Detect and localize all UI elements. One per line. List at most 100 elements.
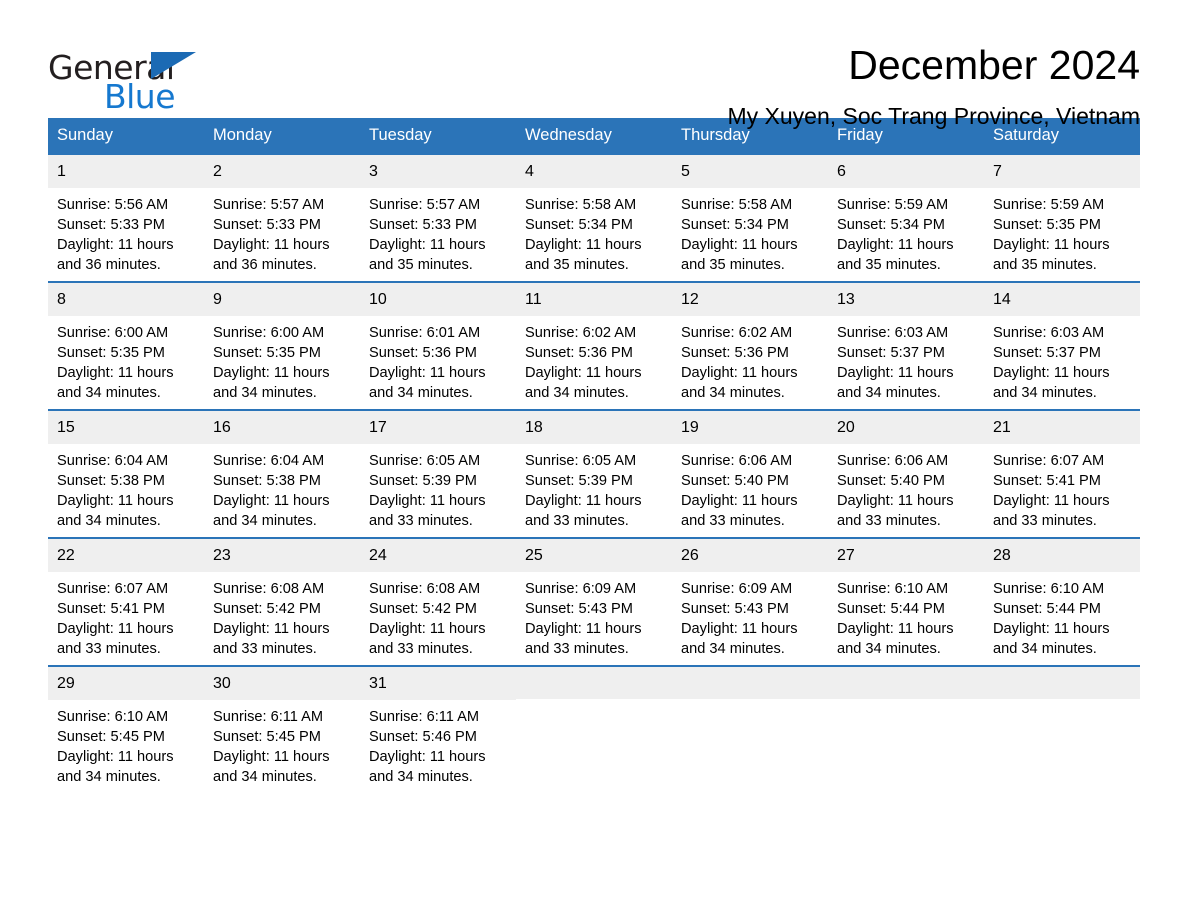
day-number: 30 [204, 667, 360, 700]
daylight-text-line2: and 34 minutes. [837, 641, 941, 657]
calendar-day-cell[interactable]: 19 Sunrise: 6:06 AM Sunset: 5:40 PM Dayligh… [672, 409, 828, 538]
day-cell-inner: 18 Sunrise: 6:05 AM Sunset: 5:39 PM Dayligh… [516, 411, 672, 537]
day-details: Sunrise: 6:09 AM Sunset: 5:43 PM Daylight:… [672, 572, 828, 659]
daylight-text-line1: Daylight: 11 hours [369, 365, 486, 381]
calendar-day-cell[interactable]: 3 Sunrise: 5:57 AM Sunset: 5:33 PM Daylight… [360, 153, 516, 282]
sunrise-text: Sunrise: 6:10 AM [993, 581, 1105, 597]
calendar-day-cell[interactable]: 7 Sunrise: 5:59 AM Sunset: 5:35 PM Daylight… [984, 153, 1140, 282]
daylight-text-line1: Daylight: 11 hours [525, 493, 642, 509]
calendar-day-cell[interactable]: 28 Sunrise: 6:10 AM Sunset: 5:44 PM Dayligh… [984, 537, 1140, 666]
sunrise-text: Sunrise: 6:03 AM [837, 325, 949, 341]
day-number: 15 [48, 411, 204, 444]
daylight-text-line1: Daylight: 11 hours [837, 365, 954, 381]
sunrise-text: Sunrise: 6:07 AM [57, 581, 169, 597]
calendar-day-cell[interactable]: 18 Sunrise: 6:05 AM Sunset: 5:39 PM Dayligh… [516, 409, 672, 538]
daylight-text-line2: and 34 minutes. [213, 513, 317, 529]
sunrise-text: Sunrise: 6:09 AM [681, 581, 793, 597]
day-number: 20 [828, 411, 984, 444]
calendar-day-cell[interactable]: 11 Sunrise: 6:02 AM Sunset: 5:36 PM Dayligh… [516, 281, 672, 410]
day-details: Sunrise: 6:06 AM Sunset: 5:40 PM Daylight:… [672, 444, 828, 531]
day-cell-inner: 11 Sunrise: 6:02 AM Sunset: 5:36 PM Dayligh… [516, 283, 672, 409]
calendar-day-cell[interactable]: 8 Sunrise: 6:00 AM Sunset: 5:35 PM Daylight… [48, 281, 204, 410]
day-number: 14 [984, 283, 1140, 316]
day-number: 6 [828, 155, 984, 188]
calendar-day-cell[interactable]: 5 Sunrise: 5:58 AM Sunset: 5:34 PM Daylight… [672, 153, 828, 282]
day-cell-inner: 10 Sunrise: 6:01 AM Sunset: 5:36 PM Dayligh… [360, 283, 516, 409]
day-cell-inner: 28 Sunrise: 6:10 AM Sunset: 5:44 PM Dayligh… [984, 539, 1140, 665]
calendar-day-cell[interactable]: 12 Sunrise: 6:02 AM Sunset: 5:36 PM Dayligh… [672, 281, 828, 410]
calendar-day-cell[interactable]: 4 Sunrise: 5:58 AM Sunset: 5:34 PM Daylight… [516, 153, 672, 282]
calendar-day-cell[interactable]: 1 Sunrise: 5:56 AM Sunset: 5:33 PM Daylight… [48, 153, 204, 282]
day-number: 18 [516, 411, 672, 444]
calendar-day-cell[interactable]: 24 Sunrise: 6:08 AM Sunset: 5:42 PM Dayligh… [360, 537, 516, 666]
calendar-day-cell[interactable]: 9 Sunrise: 6:00 AM Sunset: 5:35 PM Daylight… [204, 281, 360, 410]
day-cell-inner: 12 Sunrise: 6:02 AM Sunset: 5:36 PM Dayligh… [672, 283, 828, 409]
daylight-text-line1: Daylight: 11 hours [369, 621, 486, 637]
sunrise-text: Sunrise: 6:10 AM [57, 709, 169, 725]
day-number: 7 [984, 155, 1140, 188]
daylight-text-line2: and 33 minutes. [369, 641, 473, 657]
sunrise-sunset-calendar: Sunday Monday Tuesday Wednesday Thursday… [48, 118, 1140, 793]
calendar-week-row: 15 Sunrise: 6:04 AM Sunset: 5:38 PM Dayligh… [48, 409, 1140, 538]
calendar-day-cell[interactable]: 2 Sunrise: 5:57 AM Sunset: 5:33 PM Daylight… [204, 153, 360, 282]
generalblue-logo[interactable]: General Blue [48, 44, 208, 116]
sunrise-text: Sunrise: 5:58 AM [681, 197, 793, 213]
day-number [672, 667, 828, 699]
calendar-day-cell[interactable]: 15 Sunrise: 6:04 AM Sunset: 5:38 PM Dayligh… [48, 409, 204, 538]
sunset-text: Sunset: 5:35 PM [57, 345, 165, 361]
daylight-text-line2: and 33 minutes. [525, 513, 629, 529]
sunrise-text: Sunrise: 6:00 AM [213, 325, 325, 341]
day-number: 16 [204, 411, 360, 444]
sunrise-text: Sunrise: 6:04 AM [213, 453, 325, 469]
daylight-text-line1: Daylight: 11 hours [213, 621, 330, 637]
daylight-text-line2: and 34 minutes. [57, 769, 161, 785]
calendar-week-row: 22 Sunrise: 6:07 AM Sunset: 5:41 PM Dayligh… [48, 537, 1140, 666]
daylight-text-line2: and 36 minutes. [57, 257, 161, 273]
calendar-day-cell[interactable]: 13 Sunrise: 6:03 AM Sunset: 5:37 PM Dayligh… [828, 281, 984, 410]
sunrise-text: Sunrise: 6:11 AM [369, 709, 480, 725]
calendar-cell-empty [828, 665, 984, 793]
daylight-text-line2: and 34 minutes. [57, 513, 161, 529]
calendar-day-cell[interactable]: 17 Sunrise: 6:05 AM Sunset: 5:39 PM Dayligh… [360, 409, 516, 538]
sunrise-text: Sunrise: 5:59 AM [837, 197, 949, 213]
sunset-text: Sunset: 5:36 PM [525, 345, 633, 361]
calendar-day-cell[interactable]: 6 Sunrise: 5:59 AM Sunset: 5:34 PM Daylight… [828, 153, 984, 282]
calendar-week-row: 29 Sunrise: 6:10 AM Sunset: 5:45 PM Dayligh… [48, 665, 1140, 793]
day-details: Sunrise: 6:09 AM Sunset: 5:43 PM Daylight:… [516, 572, 672, 659]
day-cell-inner: 3 Sunrise: 5:57 AM Sunset: 5:33 PM Daylight… [360, 155, 516, 281]
calendar-day-cell[interactable]: 23 Sunrise: 6:08 AM Sunset: 5:42 PM Dayligh… [204, 537, 360, 666]
sunset-text: Sunset: 5:43 PM [525, 601, 633, 617]
daylight-text-line2: and 34 minutes. [993, 641, 1097, 657]
daylight-text-line1: Daylight: 11 hours [213, 749, 330, 765]
day-cell-inner: 1 Sunrise: 5:56 AM Sunset: 5:33 PM Daylight… [48, 155, 204, 281]
sunset-text: Sunset: 5:33 PM [57, 217, 165, 233]
calendar-day-cell[interactable]: 25 Sunrise: 6:09 AM Sunset: 5:43 PM Dayligh… [516, 537, 672, 666]
calendar-day-cell[interactable]: 16 Sunrise: 6:04 AM Sunset: 5:38 PM Dayligh… [204, 409, 360, 538]
day-number [516, 667, 672, 699]
calendar-day-cell[interactable]: 22 Sunrise: 6:07 AM Sunset: 5:41 PM Dayligh… [48, 537, 204, 666]
day-cell-inner: 23 Sunrise: 6:08 AM Sunset: 5:42 PM Dayligh… [204, 539, 360, 665]
day-details: Sunrise: 6:08 AM Sunset: 5:42 PM Daylight:… [204, 572, 360, 659]
calendar-day-cell[interactable]: 14 Sunrise: 6:03 AM Sunset: 5:37 PM Dayligh… [984, 281, 1140, 410]
calendar-day-cell[interactable]: 20 Sunrise: 6:06 AM Sunset: 5:40 PM Dayligh… [828, 409, 984, 538]
calendar-day-cell[interactable]: 21 Sunrise: 6:07 AM Sunset: 5:41 PM Dayligh… [984, 409, 1140, 538]
calendar-day-cell[interactable]: 27 Sunrise: 6:10 AM Sunset: 5:44 PM Dayligh… [828, 537, 984, 666]
day-details: Sunrise: 5:58 AM Sunset: 5:34 PM Daylight:… [672, 188, 828, 275]
calendar-day-cell[interactable]: 31 Sunrise: 6:11 AM Sunset: 5:46 PM Dayligh… [360, 665, 516, 793]
day-cell-inner: 5 Sunrise: 5:58 AM Sunset: 5:34 PM Daylight… [672, 155, 828, 281]
calendar-day-cell[interactable]: 29 Sunrise: 6:10 AM Sunset: 5:45 PM Dayligh… [48, 665, 204, 793]
day-details: Sunrise: 5:56 AM Sunset: 5:33 PM Daylight:… [48, 188, 204, 275]
calendar-day-cell[interactable]: 10 Sunrise: 6:01 AM Sunset: 5:36 PM Dayligh… [360, 281, 516, 410]
sunset-text: Sunset: 5:38 PM [57, 473, 165, 489]
sunset-text: Sunset: 5:39 PM [525, 473, 633, 489]
day-number: 10 [360, 283, 516, 316]
title-block: December 2024 My Xuyen, Soc Trang Provin… [208, 43, 1141, 130]
day-details: Sunrise: 6:06 AM Sunset: 5:40 PM Daylight:… [828, 444, 984, 531]
day-cell-inner: 4 Sunrise: 5:58 AM Sunset: 5:34 PM Daylight… [516, 155, 672, 281]
calendar-week-row: 8 Sunrise: 6:00 AM Sunset: 5:35 PM Daylight… [48, 281, 1140, 410]
daylight-text-line1: Daylight: 11 hours [57, 365, 174, 381]
calendar-day-cell[interactable]: 30 Sunrise: 6:11 AM Sunset: 5:45 PM Dayligh… [204, 665, 360, 793]
daylight-text-line1: Daylight: 11 hours [993, 621, 1110, 637]
sunrise-text: Sunrise: 6:05 AM [369, 453, 481, 469]
calendar-day-cell[interactable]: 26 Sunrise: 6:09 AM Sunset: 5:43 PM Dayligh… [672, 537, 828, 666]
